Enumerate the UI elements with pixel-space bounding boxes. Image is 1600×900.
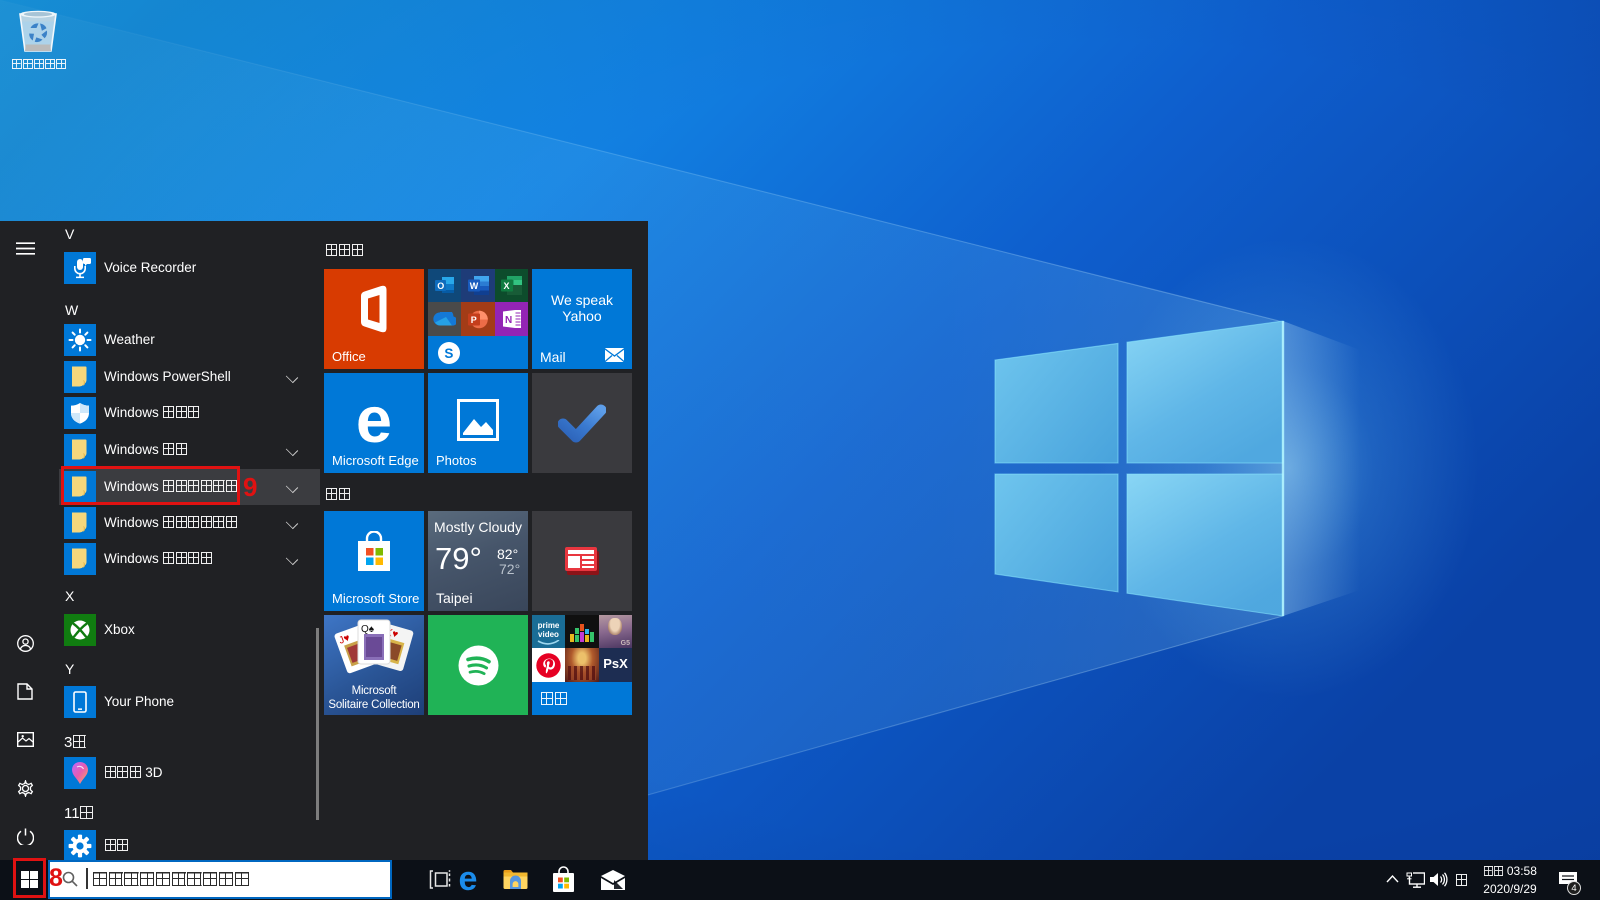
svg-text:P: P (471, 315, 477, 325)
svg-text:N: N (505, 315, 512, 326)
svg-text:W: W (470, 281, 479, 291)
svg-text:O: O (437, 281, 444, 291)
svg-text:S: S (444, 346, 453, 361)
svg-text:Q♠: Q♠ (361, 624, 375, 635)
svg-text:X: X (504, 281, 510, 291)
